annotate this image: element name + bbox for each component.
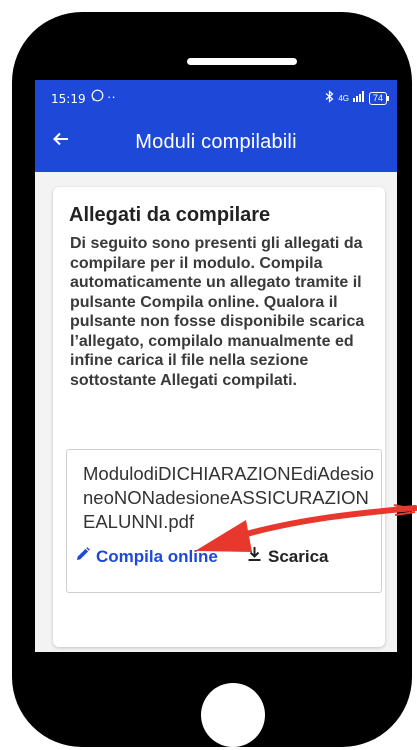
whatsapp-icon bbox=[91, 89, 104, 105]
phone-speaker bbox=[187, 58, 297, 65]
scarica-button[interactable]: Scarica bbox=[247, 546, 329, 567]
battery-icon: 74 bbox=[368, 91, 390, 105]
phone-home-button[interactable] bbox=[201, 683, 265, 747]
pencil-icon bbox=[75, 546, 91, 567]
download-icon bbox=[247, 546, 262, 567]
attachment-filename: ModulodiDICHIARAZIONEdiAdesioneoNONadesi… bbox=[83, 463, 374, 532]
app-bar: Moduli compilabili bbox=[35, 114, 397, 172]
scarica-label: Scarica bbox=[268, 546, 329, 566]
signal-icon bbox=[352, 91, 365, 105]
bluetooth-icon bbox=[325, 90, 334, 106]
attachment-item: ModulodiDICHIARAZIONEdiAdesioneoNONadesi… bbox=[66, 449, 382, 593]
notification-dots: ·· bbox=[107, 89, 116, 104]
compila-online-button[interactable]: Compila online bbox=[75, 546, 218, 567]
card-description: Di seguito sono presenti gli allegati da… bbox=[70, 235, 365, 389]
page-title: Moduli compilabili bbox=[135, 131, 297, 153]
attachments-card: Allegati da compilare Di seguito sono pr… bbox=[53, 187, 385, 647]
status-time: 15:19 bbox=[51, 92, 86, 106]
network-label: 4G bbox=[338, 93, 349, 103]
status-bar: 15:19 ·· 4G 74 bbox=[35, 80, 397, 114]
compila-online-label: Compila online bbox=[96, 546, 218, 566]
card-title: Allegati da compilare bbox=[69, 204, 271, 226]
app-screen: 15:19 ·· 4G 74 Moduli compilabili Allega… bbox=[35, 80, 397, 652]
